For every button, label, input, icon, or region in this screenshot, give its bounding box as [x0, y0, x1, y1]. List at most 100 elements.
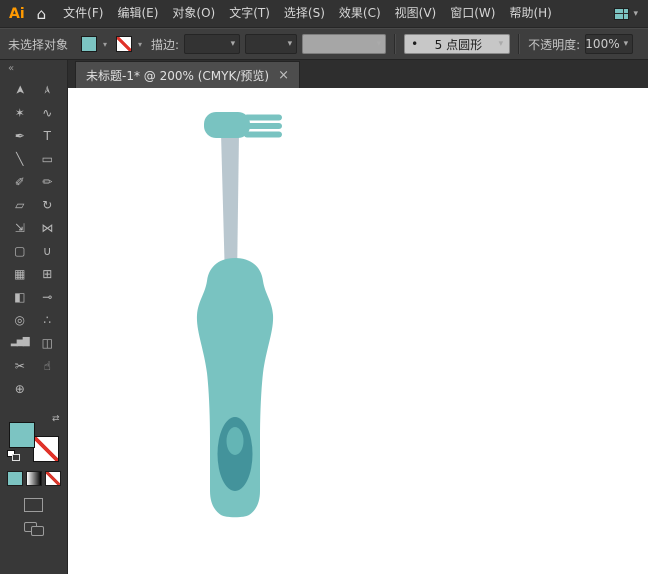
draw-normal-button[interactable] [24, 498, 43, 512]
eyedropper-tool[interactable]: ⊸ [34, 285, 62, 308]
width-tool[interactable]: ⋈ [34, 216, 62, 239]
magic-wand-tool[interactable]: ✶ [6, 101, 34, 124]
menu-help[interactable]: 帮助(H) [502, 0, 558, 27]
fill-color-swatch[interactable] [81, 36, 98, 52]
gradient-tool[interactable]: ◧ [6, 285, 34, 308]
home-icon[interactable]: ⌂ [35, 5, 57, 23]
pen-tool[interactable]: ✒ [6, 124, 34, 147]
rectangle-tool[interactable]: ▭ [34, 147, 62, 170]
paintbrush-icon: ✐ [14, 174, 25, 189]
symbol-sprayer-icon: ∴ [43, 312, 52, 327]
width-icon: ⋈ [41, 220, 54, 235]
pencil-tool[interactable]: ✏ [34, 170, 62, 193]
artboard-tool[interactable]: ◫ [34, 331, 62, 354]
type-icon: T [43, 128, 51, 143]
selection-arrow-icon: ➤ [12, 84, 27, 95]
document-tab-title: 未标题-1* @ 200% (CMYK/预览) [86, 68, 270, 83]
zoom-tool[interactable]: ⊕ [6, 377, 34, 400]
illustrator-window: Ai ⌂ 文件(F) 编辑(E) 对象(O) 文字(T) 选择(S) 效果(C)… [0, 0, 648, 574]
document-tab[interactable]: 未标题-1* @ 200% (CMYK/预览) × [75, 61, 300, 88]
opacity-label: 不透明度: [528, 37, 581, 52]
scale-tool[interactable]: ⇲ [6, 216, 34, 239]
collapse-panel-icon[interactable]: « [0, 60, 67, 76]
toothbrush-neck[interactable] [221, 133, 239, 280]
divider [518, 34, 521, 54]
artboard-icon: ◫ [41, 335, 53, 350]
gradient-button[interactable] [25, 471, 42, 486]
stroke-profile-select[interactable]: ▾ [245, 34, 298, 54]
blend-tool[interactable]: ◎ [6, 308, 34, 331]
fill-swatch[interactable] [8, 422, 35, 448]
eraser-tool[interactable]: ▱ [6, 193, 34, 216]
chevron-down-icon[interactable]: ▾ [103, 40, 107, 49]
direct-selection-arrow-icon: ➢ [40, 84, 55, 95]
opacity-value: 100% [585, 37, 620, 51]
variable-width-profile-select[interactable]: ▾ [302, 34, 387, 54]
shape-builder-icon: ∪ [42, 243, 52, 258]
document-area: 未标题-1* @ 200% (CMYK/预览) × [68, 60, 648, 574]
stroke-width-select[interactable]: ▾ [184, 34, 241, 54]
swap-fill-stroke-icon[interactable]: ⇄ [52, 414, 60, 424]
menu-object[interactable]: 对象(O) [165, 0, 222, 27]
shape-builder-tool[interactable]: ∪ [34, 239, 62, 262]
stroke-color-swatch[interactable] [116, 36, 133, 52]
default-fill-stroke-icon[interactable] [6, 450, 20, 461]
scale-icon: ⇲ [14, 220, 25, 235]
free-transform-icon: ▢ [14, 243, 26, 258]
toothbrush-head[interactable] [204, 112, 250, 138]
chevron-down-icon: ▾ [376, 39, 382, 49]
screen-mode-front-icon [30, 526, 44, 536]
magic-wand-icon: ✶ [14, 105, 25, 120]
artwork-toothbrush[interactable] [68, 88, 648, 574]
tools-panel: « ➤ ➢ ✶ ∿ ✒ T ╲ ▭ ✐ ✏ ▱ ↻ ⇲ ⋈ ▢ ∪ ▦ ⊞ ◧ [0, 60, 68, 574]
control-bar: 未选择对象 ▾ ▾ 描边: ▾ ▾ ▾ • 5 点圆形 ▾ 不透明度: 100%… [0, 28, 648, 60]
stroke-swatch[interactable] [32, 436, 59, 462]
slice-tool[interactable]: ✂ [6, 354, 34, 377]
column-graph-tool[interactable]: ▂▅▇ [6, 331, 34, 354]
line-segment-icon: ╲ [16, 151, 24, 166]
color-mode-row [0, 471, 67, 486]
mesh-tool[interactable]: ⊞ [34, 262, 62, 285]
lasso-tool[interactable]: ∿ [34, 101, 62, 124]
direct-selection-tool[interactable]: ➢ [34, 78, 62, 101]
menu-effect[interactable]: 效果(C) [332, 0, 388, 27]
app-logo: Ai [9, 5, 25, 22]
workspace-switcher[interactable]: ▾ [614, 7, 648, 20]
document-tab-bar: 未标题-1* @ 200% (CMYK/预览) × [68, 60, 648, 88]
power-button-inner[interactable] [226, 427, 244, 455]
symbol-sprayer-tool[interactable]: ∴ [34, 308, 62, 331]
close-icon[interactable]: × [278, 69, 289, 82]
selection-tool[interactable]: ➤ [6, 78, 34, 101]
menu-window[interactable]: 窗口(W) [443, 0, 502, 27]
paintbrush-tool[interactable]: ✐ [6, 170, 34, 193]
stroke-label: 描边: [151, 37, 180, 52]
none-button[interactable] [44, 471, 61, 486]
workspace-icon [614, 7, 630, 20]
default-stroke-mini [11, 454, 20, 461]
menu-file[interactable]: 文件(F) [56, 0, 110, 27]
type-tool[interactable]: T [34, 124, 62, 147]
lasso-icon: ∿ [42, 105, 53, 120]
tool-grid: ➤ ➢ ✶ ∿ ✒ T ╲ ▭ ✐ ✏ ▱ ↻ ⇲ ⋈ ▢ ∪ ▦ ⊞ ◧ ⊸ [0, 76, 67, 400]
chevron-down-icon[interactable]: ▾ [138, 40, 142, 49]
selection-status: 未选择对象 [8, 37, 69, 52]
canvas[interactable] [68, 88, 648, 574]
chevron-down-icon: ▾ [498, 39, 504, 49]
hand-tool[interactable]: ☝ [34, 354, 62, 377]
menu-view[interactable]: 视图(V) [388, 0, 444, 27]
brush-definition-select[interactable]: • 5 点圆形 ▾ [404, 34, 511, 54]
empty-tool-slot [34, 377, 62, 400]
free-transform-tool[interactable]: ▢ [6, 239, 34, 262]
menu-type[interactable]: 文字(T) [222, 0, 277, 27]
menu-select[interactable]: 选择(S) [277, 0, 332, 27]
color-button[interactable] [6, 471, 23, 486]
screen-mode-button[interactable] [23, 522, 44, 536]
mesh-icon: ⊞ [42, 266, 53, 281]
hand-icon: ☝ [43, 358, 51, 373]
chevron-down-icon: ▾ [287, 39, 293, 49]
perspective-grid-tool[interactable]: ▦ [6, 262, 34, 285]
menu-edit[interactable]: 编辑(E) [110, 0, 165, 27]
rotate-tool[interactable]: ↻ [34, 193, 62, 216]
line-segment-tool[interactable]: ╲ [6, 147, 34, 170]
opacity-select[interactable]: 100% ▾ [585, 34, 634, 54]
